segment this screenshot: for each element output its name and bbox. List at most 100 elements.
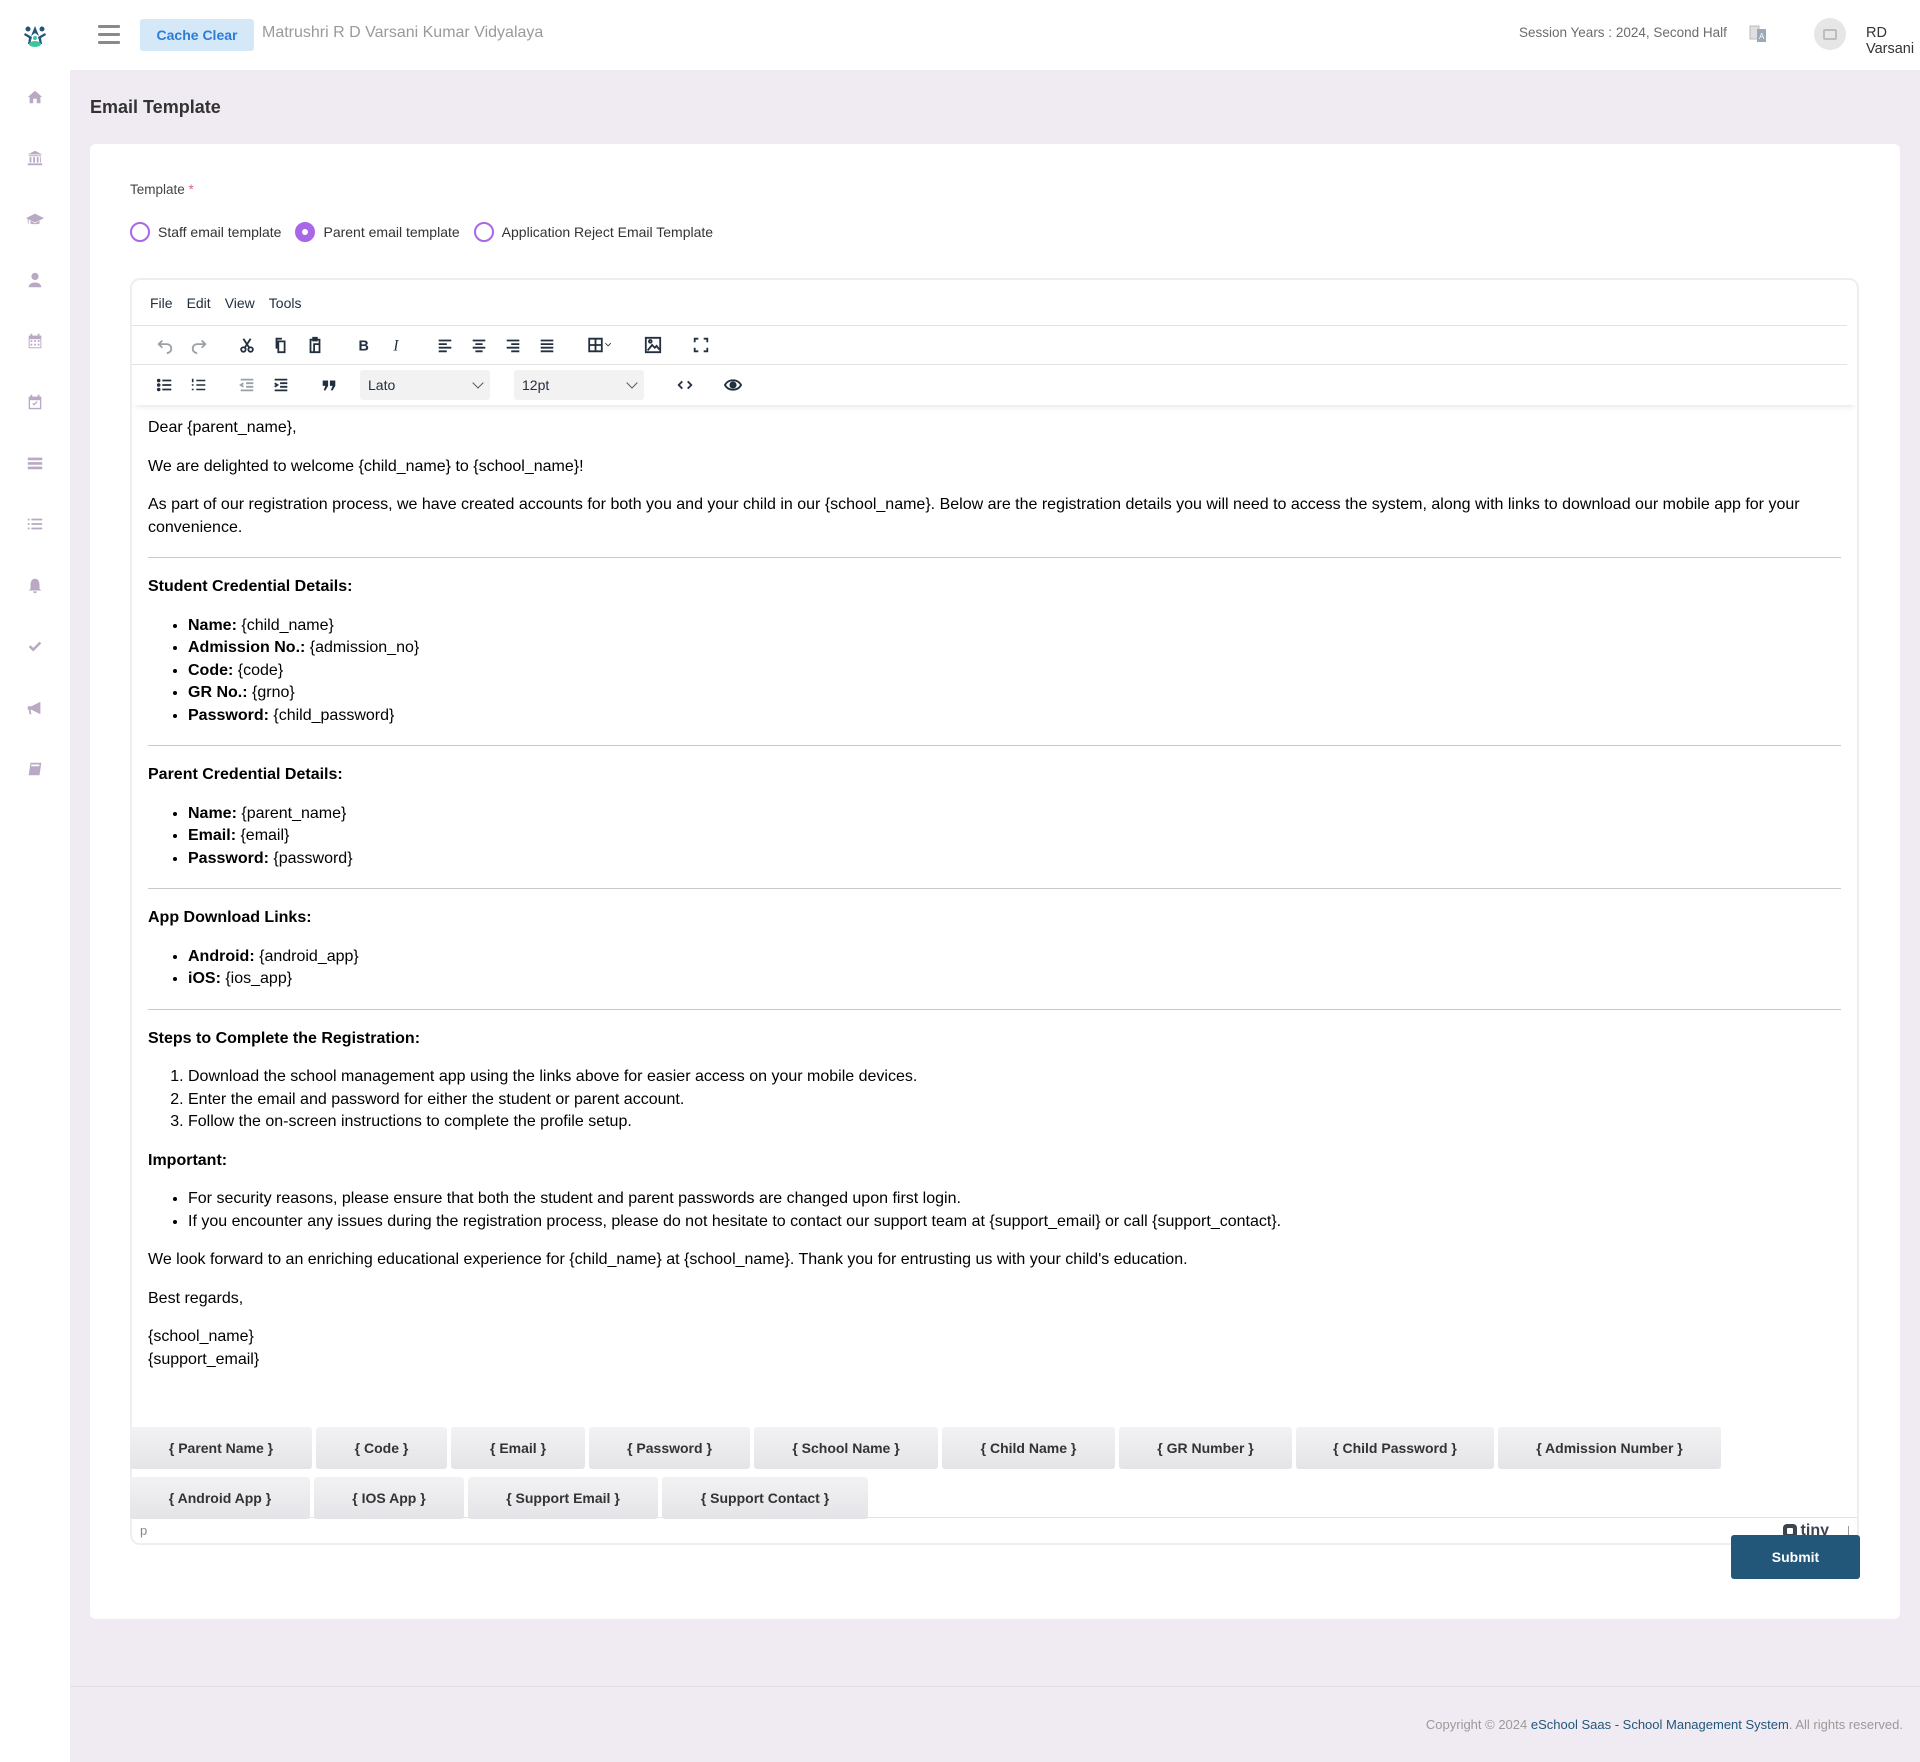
radio-application-reject-template[interactable]: Application Reject Email Template — [473, 222, 713, 242]
list-item: Code: {code} — [188, 660, 1841, 683]
cut-icon[interactable] — [230, 330, 264, 360]
placeholder-admission-number-button[interactable]: { Admission Number } — [1498, 1427, 1721, 1469]
italic-icon[interactable]: I — [380, 330, 414, 360]
svg-text:B: B — [359, 338, 369, 354]
divider — [148, 557, 1841, 558]
redo-icon[interactable] — [182, 330, 216, 360]
menu-file[interactable]: File — [150, 291, 173, 315]
school-name: Matrushri R D Varsani Kumar Vidyalaya — [262, 24, 544, 41]
source-code-icon[interactable] — [668, 370, 702, 400]
username[interactable]: RD Varsani — [1866, 25, 1920, 57]
placeholder-android-app-button[interactable]: { Android App } — [130, 1477, 310, 1519]
page-title: Email Template — [90, 97, 221, 117]
radio-button[interactable] — [473, 222, 494, 242]
bullhorn-icon[interactable] — [25, 698, 45, 718]
placeholder-school-name-button[interactable]: { School Name } — [754, 1427, 938, 1469]
font-size-select[interactable]: 12pt — [514, 370, 644, 400]
submit-button[interactable]: Submit — [1731, 1535, 1860, 1579]
list-item: Password: {child_password} — [188, 705, 1841, 728]
student-credentials-list: Name: {child_name} Admission No.: {admis… — [188, 615, 1841, 728]
placeholder-parent-name-button[interactable]: { Parent Name } — [130, 1427, 312, 1469]
paste-icon[interactable] — [298, 330, 332, 360]
element-path[interactable]: p — [140, 1523, 147, 1538]
placeholder-gr-number-button[interactable]: { GR Number } — [1119, 1427, 1292, 1469]
undo-icon[interactable] — [148, 330, 182, 360]
graduation-cap-icon[interactable] — [25, 209, 45, 229]
editor-content[interactable]: Dear {parent_name}, We are delighted to … — [132, 405, 1857, 1368]
table-icon[interactable] — [578, 330, 622, 360]
menu-edit[interactable]: Edit — [187, 291, 211, 315]
institution-icon[interactable] — [25, 148, 45, 168]
cache-clear-button[interactable]: Cache Clear — [140, 19, 254, 51]
editor-toolbar-row2: Lato 12pt — [132, 365, 1857, 405]
svg-text:A: A — [1759, 32, 1765, 41]
preview-icon[interactable] — [716, 370, 750, 400]
list-item: Email: {email} — [188, 825, 1841, 848]
align-left-icon[interactable] — [428, 330, 462, 360]
calendar-icon[interactable] — [25, 331, 45, 351]
user-icon[interactable] — [25, 270, 45, 290]
template-label: Template * — [130, 182, 194, 197]
app-logo[interactable] — [22, 24, 48, 50]
steps-list: Download the school management app using… — [188, 1066, 1841, 1134]
check-icon[interactable] — [25, 637, 45, 657]
numbered-list-icon[interactable] — [182, 370, 216, 400]
avatar[interactable] — [1814, 18, 1846, 50]
radio-button[interactable] — [130, 222, 150, 242]
indent-icon[interactable] — [264, 370, 298, 400]
signature: {school_name} {support_email} — [148, 1328, 260, 1368]
footer: Copyright © 2024 eSchool Saas - School M… — [1425, 1717, 1903, 1732]
book-icon[interactable] — [25, 759, 45, 779]
bullet-list-icon[interactable] — [148, 370, 182, 400]
list-item: Name: {child_name} — [188, 615, 1841, 638]
menu-toggle-icon[interactable] — [98, 25, 120, 45]
placeholder-password-button[interactable]: { Password } — [589, 1427, 750, 1469]
font-family-select[interactable]: Lato — [360, 370, 490, 400]
template-radio-group: Staff email template Parent email templa… — [130, 222, 727, 242]
language-icon[interactable]: A — [1748, 24, 1768, 44]
placeholder-support-email-button[interactable]: { Support Email } — [468, 1477, 658, 1519]
placeholder-ios-app-button[interactable]: { IOS App } — [314, 1477, 464, 1519]
image-icon[interactable] — [636, 330, 670, 360]
bell-icon[interactable] — [25, 576, 45, 596]
greeting: Dear {parent_name}, — [148, 419, 297, 436]
outdent-icon[interactable] — [230, 370, 264, 400]
list-item: GR No.: {grno} — [188, 682, 1841, 705]
copy-icon[interactable] — [264, 330, 298, 360]
align-justify-icon[interactable] — [530, 330, 564, 360]
list-item: iOS: {ios_app} — [188, 968, 1841, 991]
important-list: For security reasons, please ensure that… — [188, 1188, 1841, 1233]
placeholder-email-button[interactable]: { Email } — [451, 1427, 585, 1469]
blockquote-icon[interactable] — [312, 370, 346, 400]
radio-parent-template[interactable]: Parent email template — [295, 222, 460, 242]
important-heading: Important: — [148, 1151, 228, 1169]
radio-staff-template[interactable]: Staff email template — [130, 222, 281, 242]
placeholder-code-button[interactable]: { Code } — [316, 1427, 447, 1469]
menu-view[interactable]: View — [225, 291, 255, 315]
fullscreen-icon[interactable] — [684, 330, 718, 360]
menu-tools[interactable]: Tools — [269, 291, 302, 315]
server-icon[interactable] — [25, 453, 45, 473]
placeholder-child-name-button[interactable]: { Child Name } — [942, 1427, 1115, 1469]
list-item: Password: {password} — [188, 848, 1841, 871]
footer-link[interactable]: eSchool Saas - School Management System — [1531, 1717, 1789, 1732]
rich-text-editor: File Edit View Tools B I Lato 12pt Dear … — [130, 278, 1859, 1545]
divider — [148, 1008, 1841, 1010]
placeholder-child-password-button[interactable]: { Child Password } — [1296, 1427, 1494, 1469]
home-icon[interactable] — [25, 87, 45, 107]
list-item: Follow the on-screen instructions to com… — [188, 1111, 1841, 1134]
list-item: If you encounter any issues during the r… — [188, 1211, 1841, 1234]
calendar-check-icon[interactable] — [25, 392, 45, 412]
radio-button[interactable] — [295, 222, 316, 242]
list-icon[interactable] — [25, 514, 45, 534]
app-links-heading: App Download Links: — [148, 909, 312, 926]
bold-icon[interactable]: B — [346, 330, 380, 360]
list-item: Enter the email and password for either … — [188, 1089, 1841, 1112]
align-right-icon[interactable] — [496, 330, 530, 360]
placeholder-support-contact-button[interactable]: { Support Contact } — [662, 1477, 868, 1519]
topbar: Cache Clear Matrushri R D Varsani Kumar … — [70, 0, 1920, 70]
align-center-icon[interactable] — [462, 330, 496, 360]
list-item: For security reasons, please ensure that… — [188, 1188, 1841, 1211]
editor-menubar: File Edit View Tools — [132, 280, 1847, 326]
resize-handle-icon[interactable] — [1839, 1525, 1849, 1536]
